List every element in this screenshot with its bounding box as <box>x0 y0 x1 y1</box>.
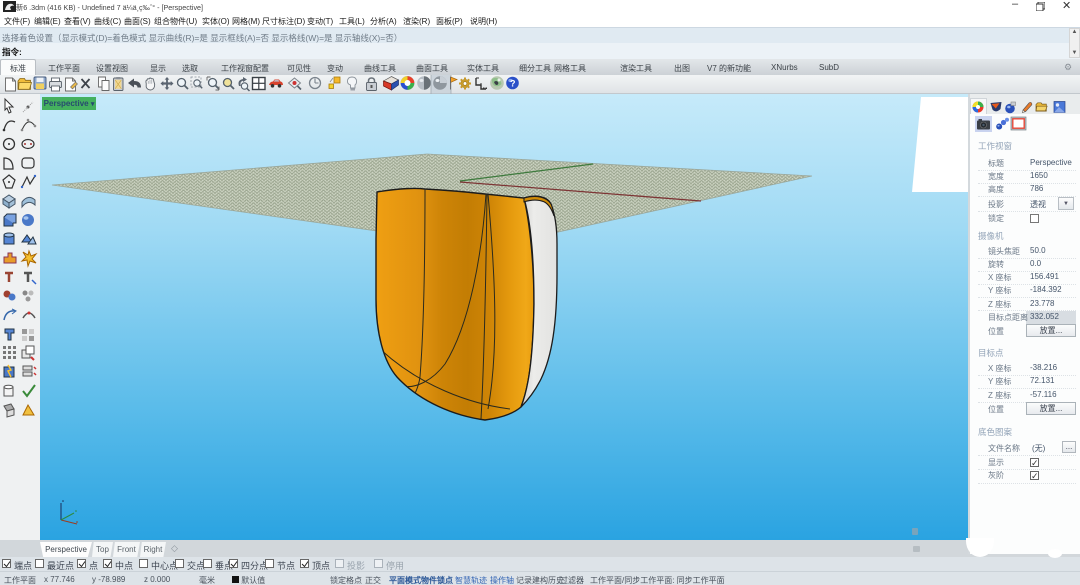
svg-text:?: ? <box>510 79 516 89</box>
